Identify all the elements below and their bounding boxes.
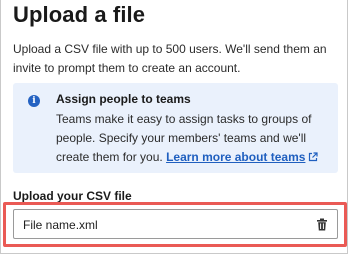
info-callout-title: Assign people to teams: [56, 92, 191, 106]
intro-text: Upload a CSV file with up to 500 users. …: [13, 42, 327, 75]
trash-icon[interactable]: [316, 218, 328, 231]
info-callout-body: Teams make it easy to assign tasks to gr…: [56, 110, 338, 167]
upload-csv-label: Upload your CSV file: [13, 189, 132, 203]
upload-panel: Upload a file Upload a CSV file with up …: [0, 0, 348, 254]
info-callout: i Assign people to teams Teams make it e…: [13, 83, 338, 173]
file-name: File name.xml: [23, 218, 98, 232]
learn-more-link-label: Learn more about teams: [166, 150, 306, 164]
page-title: Upload a file: [13, 2, 146, 27]
learn-more-link[interactable]: Learn more about teams: [166, 150, 305, 164]
external-link-icon[interactable]: [308, 152, 319, 162]
uploaded-file-row: File name.xml: [13, 209, 338, 239]
info-icon: i: [28, 95, 40, 107]
